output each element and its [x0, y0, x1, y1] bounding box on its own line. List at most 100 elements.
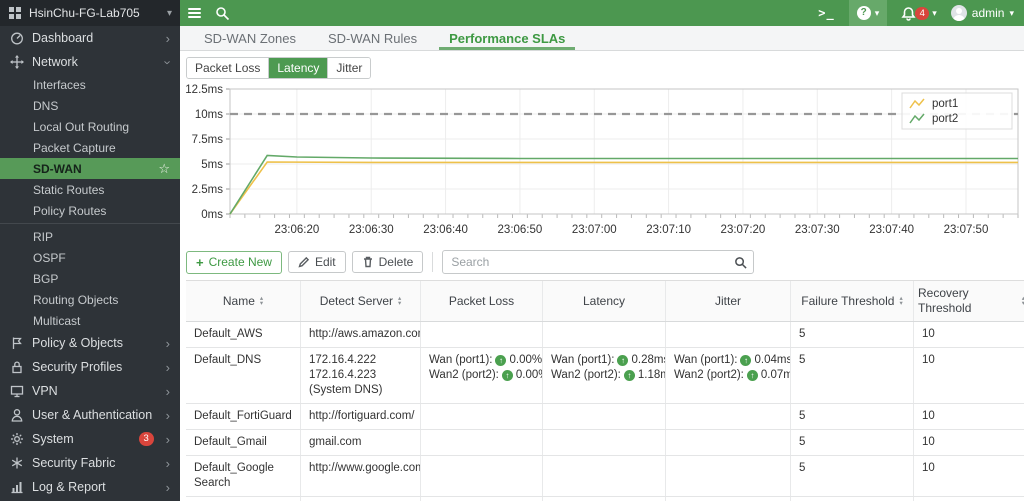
help-button[interactable]: ? ▾: [849, 0, 888, 26]
sort-icon: ▴▾: [398, 296, 401, 306]
latency-chart: 0ms2.5ms5ms7.5ms10ms12.5ms23:06:2023:06:…: [186, 81, 1024, 243]
sidebar-subitem-multicast[interactable]: Multicast: [0, 310, 180, 331]
metric-toggle-jitter[interactable]: Jitter: [328, 58, 370, 78]
sidebar-subitem-rip[interactable]: RIP: [0, 226, 180, 247]
sort-icon: ▴▾: [260, 296, 263, 306]
cell-detect-server: http://www.office.com/: [301, 497, 421, 501]
table-row-default-gmail[interactable]: Default_Gmailgmail.com510: [186, 430, 1024, 456]
app-window: HsinChu-FG-Lab705 ▾ Dashboard›Network›In…: [0, 0, 1024, 501]
sidebar-item-network[interactable]: Network›: [0, 50, 180, 74]
nav-menu: Dashboard›Network›InterfacesDNSLocal Out…: [0, 26, 180, 501]
notification-count-badge: 4: [915, 7, 929, 20]
sidebar-subitem-interfaces[interactable]: Interfaces: [0, 74, 180, 95]
menu-collapse-button[interactable]: [188, 8, 201, 18]
sidebar-item-log-report[interactable]: Log & Report›: [0, 475, 180, 499]
toolbar-divider: [432, 252, 433, 272]
gear-icon: [10, 432, 24, 446]
svg-text:2.5ms: 2.5ms: [192, 184, 224, 196]
cell-recovery-threshold: 10: [914, 497, 1024, 501]
sidebar-subitem-packet-capture[interactable]: Packet Capture: [0, 137, 180, 158]
column-header-label: Jitter: [715, 294, 741, 309]
svg-text:7.5ms: 7.5ms: [192, 134, 224, 146]
nav-divider: [0, 223, 180, 224]
tab-performance-slas[interactable]: Performance SLAs: [435, 26, 579, 50]
sidebar-subitem-policy-routes[interactable]: Policy Routes: [0, 200, 180, 221]
table-row-default-dns[interactable]: Default_DNS172.16.4.222172.16.4.223(Syst…: [186, 348, 1024, 404]
admin-menu-button[interactable]: admin ▾: [951, 5, 1014, 21]
sidebar-item-user-authentication[interactable]: User & Authentication›: [0, 403, 180, 427]
trash-icon: [362, 256, 374, 268]
column-header-name[interactable]: Name▴▾: [186, 281, 301, 321]
sidebar-subitem-bgp[interactable]: BGP: [0, 268, 180, 289]
interface-label: Wan (port1):: [551, 353, 614, 368]
device-name: HsinChu-FG-Lab705: [29, 6, 140, 20]
sidebar-subitem-sd-wan[interactable]: SD-WAN☆: [0, 158, 180, 179]
server-line: gmail.com: [309, 435, 412, 450]
search-icon[interactable]: [215, 6, 230, 21]
metric-line: Wan2 (port2):↑0.00%: [429, 368, 534, 383]
delete-button[interactable]: Delete: [352, 251, 424, 273]
cli-console-icon[interactable]: >_: [818, 6, 834, 20]
topbar-right: >_ ? ▾ 4 ▾ admin ▾: [818, 0, 1014, 26]
notifications-button[interactable]: 4 ▾: [901, 6, 937, 21]
table-row-default-fortiguard[interactable]: Default_FortiGuardhttp://fortiguard.com/…: [186, 404, 1024, 430]
cell-name: Default_Google Search: [186, 456, 301, 496]
favorite-star-icon[interactable]: ☆: [158, 161, 170, 177]
cell-failure-threshold: 5: [791, 497, 914, 501]
tab-sd-wan-zones[interactable]: SD-WAN Zones: [190, 26, 310, 50]
metric-line: Wan2 (port2):↑0.07ms: [674, 368, 782, 383]
sidebar-subitem-static-routes[interactable]: Static Routes: [0, 179, 180, 200]
edit-button[interactable]: Edit: [288, 251, 346, 273]
metric-value: 1.18ms: [638, 368, 666, 383]
sidebar-subitem-local-out-routing[interactable]: Local Out Routing: [0, 116, 180, 137]
device-selector[interactable]: HsinChu-FG-Lab705 ▾: [0, 0, 180, 26]
topbar: >_ ? ▾ 4 ▾ admin ▾: [180, 0, 1024, 26]
plus-icon: +: [196, 255, 204, 270]
column-header-recovery-threshold[interactable]: Recovery Threshold▴▾: [914, 281, 1024, 321]
metric-line: Wan2 (port2):↑1.18ms: [551, 368, 657, 383]
user-icon: [10, 408, 24, 422]
sidebar-subitem-routing-objects[interactable]: Routing Objects: [0, 289, 180, 310]
metric-toggle-latency[interactable]: Latency: [269, 58, 328, 78]
chevron-right-icon: ›: [166, 32, 170, 45]
svg-text:23:07:20: 23:07:20: [721, 224, 766, 236]
sidebar-subitem-label: Routing Objects: [33, 293, 118, 307]
svg-text:port1: port1: [932, 98, 958, 110]
sidebar-subitem-ospf[interactable]: OSPF: [0, 247, 180, 268]
column-header-detect-server[interactable]: Detect Server▴▾: [301, 281, 421, 321]
create-new-button[interactable]: + Create New: [186, 251, 282, 274]
server-line: 172.16.4.222: [309, 353, 412, 368]
svg-text:0ms: 0ms: [201, 209, 223, 221]
sidebar-item-vpn[interactable]: VPN›: [0, 379, 180, 403]
interface-label: Wan (port1):: [429, 353, 492, 368]
tab-sd-wan-rules[interactable]: SD-WAN Rules: [314, 26, 431, 50]
cell-recovery-threshold: 10: [914, 404, 1024, 429]
search-submit-button[interactable]: [727, 251, 753, 273]
table-row-default-aws[interactable]: Default_AWShttp://aws.amazon.com/510: [186, 322, 1024, 348]
sidebar-item-security-fabric[interactable]: Security Fabric›: [0, 451, 180, 475]
svg-text:23:06:30: 23:06:30: [349, 224, 394, 236]
table-row-default-office-365[interactable]: Default_Office_365http://www.office.com/…: [186, 497, 1024, 501]
table-row-default-google-search[interactable]: Default_Google Searchhttp://www.google.c…: [186, 456, 1024, 497]
svg-text:23:07:30: 23:07:30: [795, 224, 840, 236]
cell-failure-threshold: 5: [791, 456, 914, 496]
sidebar-item-security-profiles[interactable]: Security Profiles›: [0, 355, 180, 379]
sidebar-item-label: Network: [32, 55, 78, 69]
chevron-right-icon: ›: [166, 385, 170, 398]
sidebar-subitem-label: Static Routes: [33, 183, 104, 197]
sidebar-item-policy-objects[interactable]: Policy & Objects›: [0, 331, 180, 355]
cell-latency: [543, 322, 666, 347]
sidebar-subitem-label: Packet Capture: [33, 141, 116, 155]
svg-text:23:07:50: 23:07:50: [944, 224, 989, 236]
server-line: 172.16.4.223: [309, 368, 412, 383]
column-header-failure-threshold[interactable]: Failure Threshold▴▾: [791, 281, 914, 321]
cell-jitter: Wan (port1):↑0.04msWan2 (port2):↑0.07ms: [666, 348, 791, 403]
metric-toggle-packet-loss[interactable]: Packet Loss: [187, 58, 269, 78]
sidebar-item-label: System: [32, 432, 74, 446]
sidebar-item-dashboard[interactable]: Dashboard›: [0, 26, 180, 50]
chevron-down-icon: ▾: [875, 8, 880, 19]
search-input[interactable]: [443, 255, 727, 269]
sidebar-item-system[interactable]: System3›: [0, 427, 180, 451]
sidebar-subitem-dns[interactable]: DNS: [0, 95, 180, 116]
pencil-icon: [298, 256, 310, 268]
